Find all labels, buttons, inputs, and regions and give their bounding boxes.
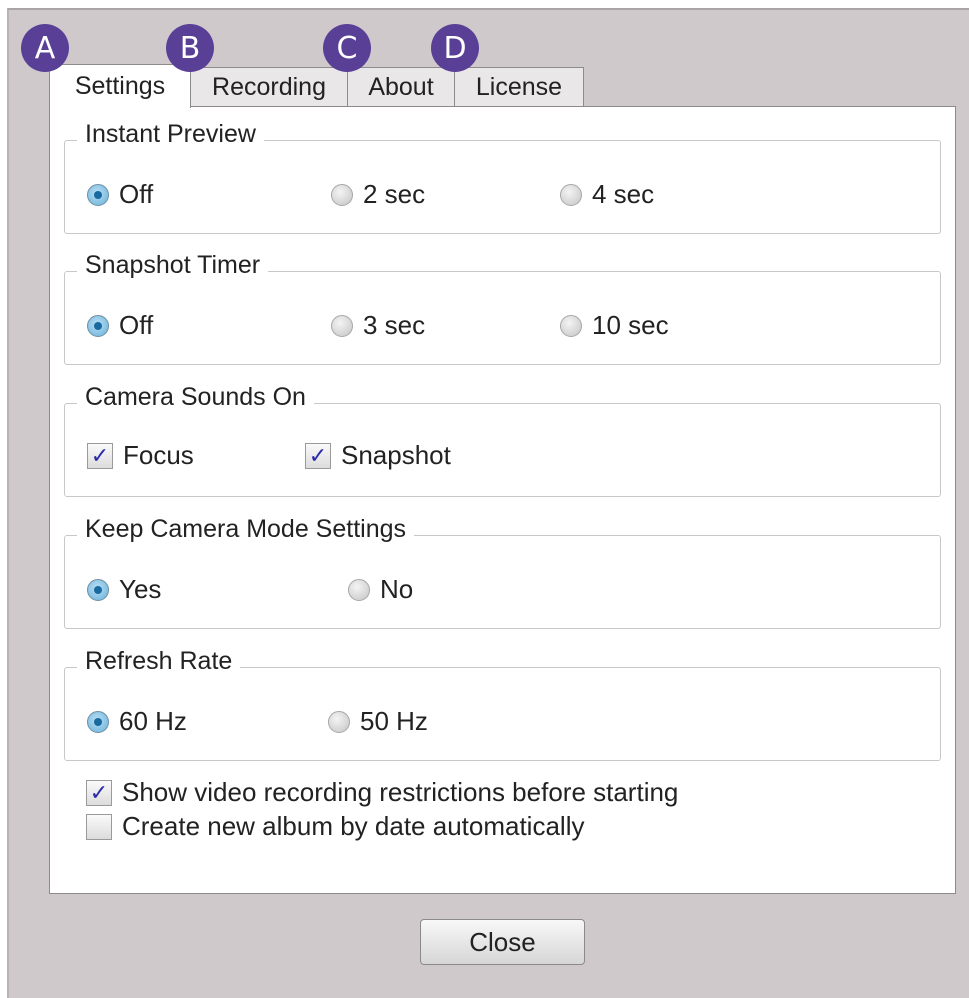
refresh-rate-group: Refresh Rate 60 Hz 50 Hz bbox=[64, 647, 941, 761]
radio-selected-icon bbox=[87, 710, 109, 733]
option-label: 3 sec bbox=[363, 310, 426, 340]
radio-icon bbox=[331, 183, 353, 206]
camera-sounds-title: Camera Sounds On bbox=[77, 383, 314, 412]
tab-about[interactable]: About bbox=[347, 67, 455, 106]
instant-preview-title: Instant Preview bbox=[77, 120, 264, 149]
option-label: 4 sec bbox=[592, 179, 655, 209]
checkbox-label: Create new album by date automatically bbox=[122, 811, 585, 841]
refresh-60hz-radio[interactable]: 60 Hz bbox=[87, 706, 187, 737]
checkbox-label: Focus bbox=[123, 440, 194, 470]
settings-panel: Instant Preview Off 2 sec 4 sec Snapshot… bbox=[49, 106, 956, 894]
option-label: Off bbox=[119, 310, 154, 340]
instant-preview-2sec-radio[interactable]: 2 sec bbox=[331, 179, 425, 210]
instant-preview-group: Instant Preview Off 2 sec 4 sec bbox=[64, 120, 941, 234]
option-label: 10 sec bbox=[592, 310, 669, 340]
badge-c: C bbox=[323, 24, 371, 72]
checkmark-icon: ✓ bbox=[305, 442, 331, 469]
snapshot-timer-title: Snapshot Timer bbox=[77, 251, 269, 280]
focus-checkbox[interactable]: ✓ Focus bbox=[87, 440, 194, 471]
checkmark-icon: ✓ bbox=[86, 779, 112, 806]
radio-icon bbox=[560, 314, 582, 337]
refresh-50hz-radio[interactable]: 50 Hz bbox=[328, 706, 428, 737]
option-label: Yes bbox=[119, 574, 162, 604]
snapshot-checkbox[interactable]: ✓ Snapshot bbox=[305, 440, 451, 471]
keep-mode-no-radio[interactable]: No bbox=[348, 574, 413, 605]
settings-dialog: A B C D Settings Recording About License… bbox=[7, 8, 969, 998]
instant-preview-off-radio[interactable]: Off bbox=[87, 179, 153, 210]
close-button[interactable]: Close bbox=[420, 919, 585, 965]
badge-a: A bbox=[21, 24, 69, 72]
option-label: 60 Hz bbox=[119, 706, 187, 736]
radio-selected-icon bbox=[87, 183, 109, 206]
checkbox-empty-icon bbox=[86, 813, 112, 840]
show-restrictions-checkbox[interactable]: ✓ Show video recording restrictions befo… bbox=[86, 777, 678, 808]
keep-mode-yes-radio[interactable]: Yes bbox=[87, 574, 161, 605]
checkbox-label: Show video recording restrictions before… bbox=[122, 777, 679, 807]
refresh-rate-title: Refresh Rate bbox=[77, 647, 241, 676]
snapshot-timer-3sec-radio[interactable]: 3 sec bbox=[331, 310, 425, 341]
tab-settings[interactable]: Settings bbox=[49, 64, 191, 108]
tab-recording[interactable]: Recording bbox=[190, 67, 348, 106]
radio-selected-icon bbox=[87, 314, 109, 337]
instant-preview-4sec-radio[interactable]: 4 sec bbox=[560, 179, 654, 210]
camera-sounds-group: Camera Sounds On ✓ Focus ✓ Snapshot bbox=[64, 383, 941, 497]
keep-camera-mode-title: Keep Camera Mode Settings bbox=[77, 515, 415, 544]
option-label: 2 sec bbox=[363, 179, 426, 209]
tab-license[interactable]: License bbox=[454, 67, 584, 106]
badge-b: B bbox=[166, 24, 214, 72]
checkmark-icon: ✓ bbox=[87, 442, 113, 469]
radio-icon bbox=[331, 314, 353, 337]
option-label: Off bbox=[119, 179, 154, 209]
radio-icon bbox=[348, 578, 370, 601]
snapshot-timer-10sec-radio[interactable]: 10 sec bbox=[560, 310, 669, 341]
radio-selected-icon bbox=[87, 578, 109, 601]
checkbox-label: Snapshot bbox=[341, 440, 451, 470]
radio-icon bbox=[560, 183, 582, 206]
create-album-checkbox[interactable]: Create new album by date automatically bbox=[86, 811, 584, 842]
snapshot-timer-off-radio[interactable]: Off bbox=[87, 310, 153, 341]
radio-icon bbox=[328, 710, 350, 733]
option-label: 50 Hz bbox=[360, 706, 428, 736]
keep-camera-mode-group: Keep Camera Mode Settings Yes No bbox=[64, 515, 941, 629]
option-label: No bbox=[380, 574, 414, 604]
snapshot-timer-group: Snapshot Timer Off 3 sec 10 sec bbox=[64, 251, 941, 365]
badge-d: D bbox=[431, 24, 479, 72]
